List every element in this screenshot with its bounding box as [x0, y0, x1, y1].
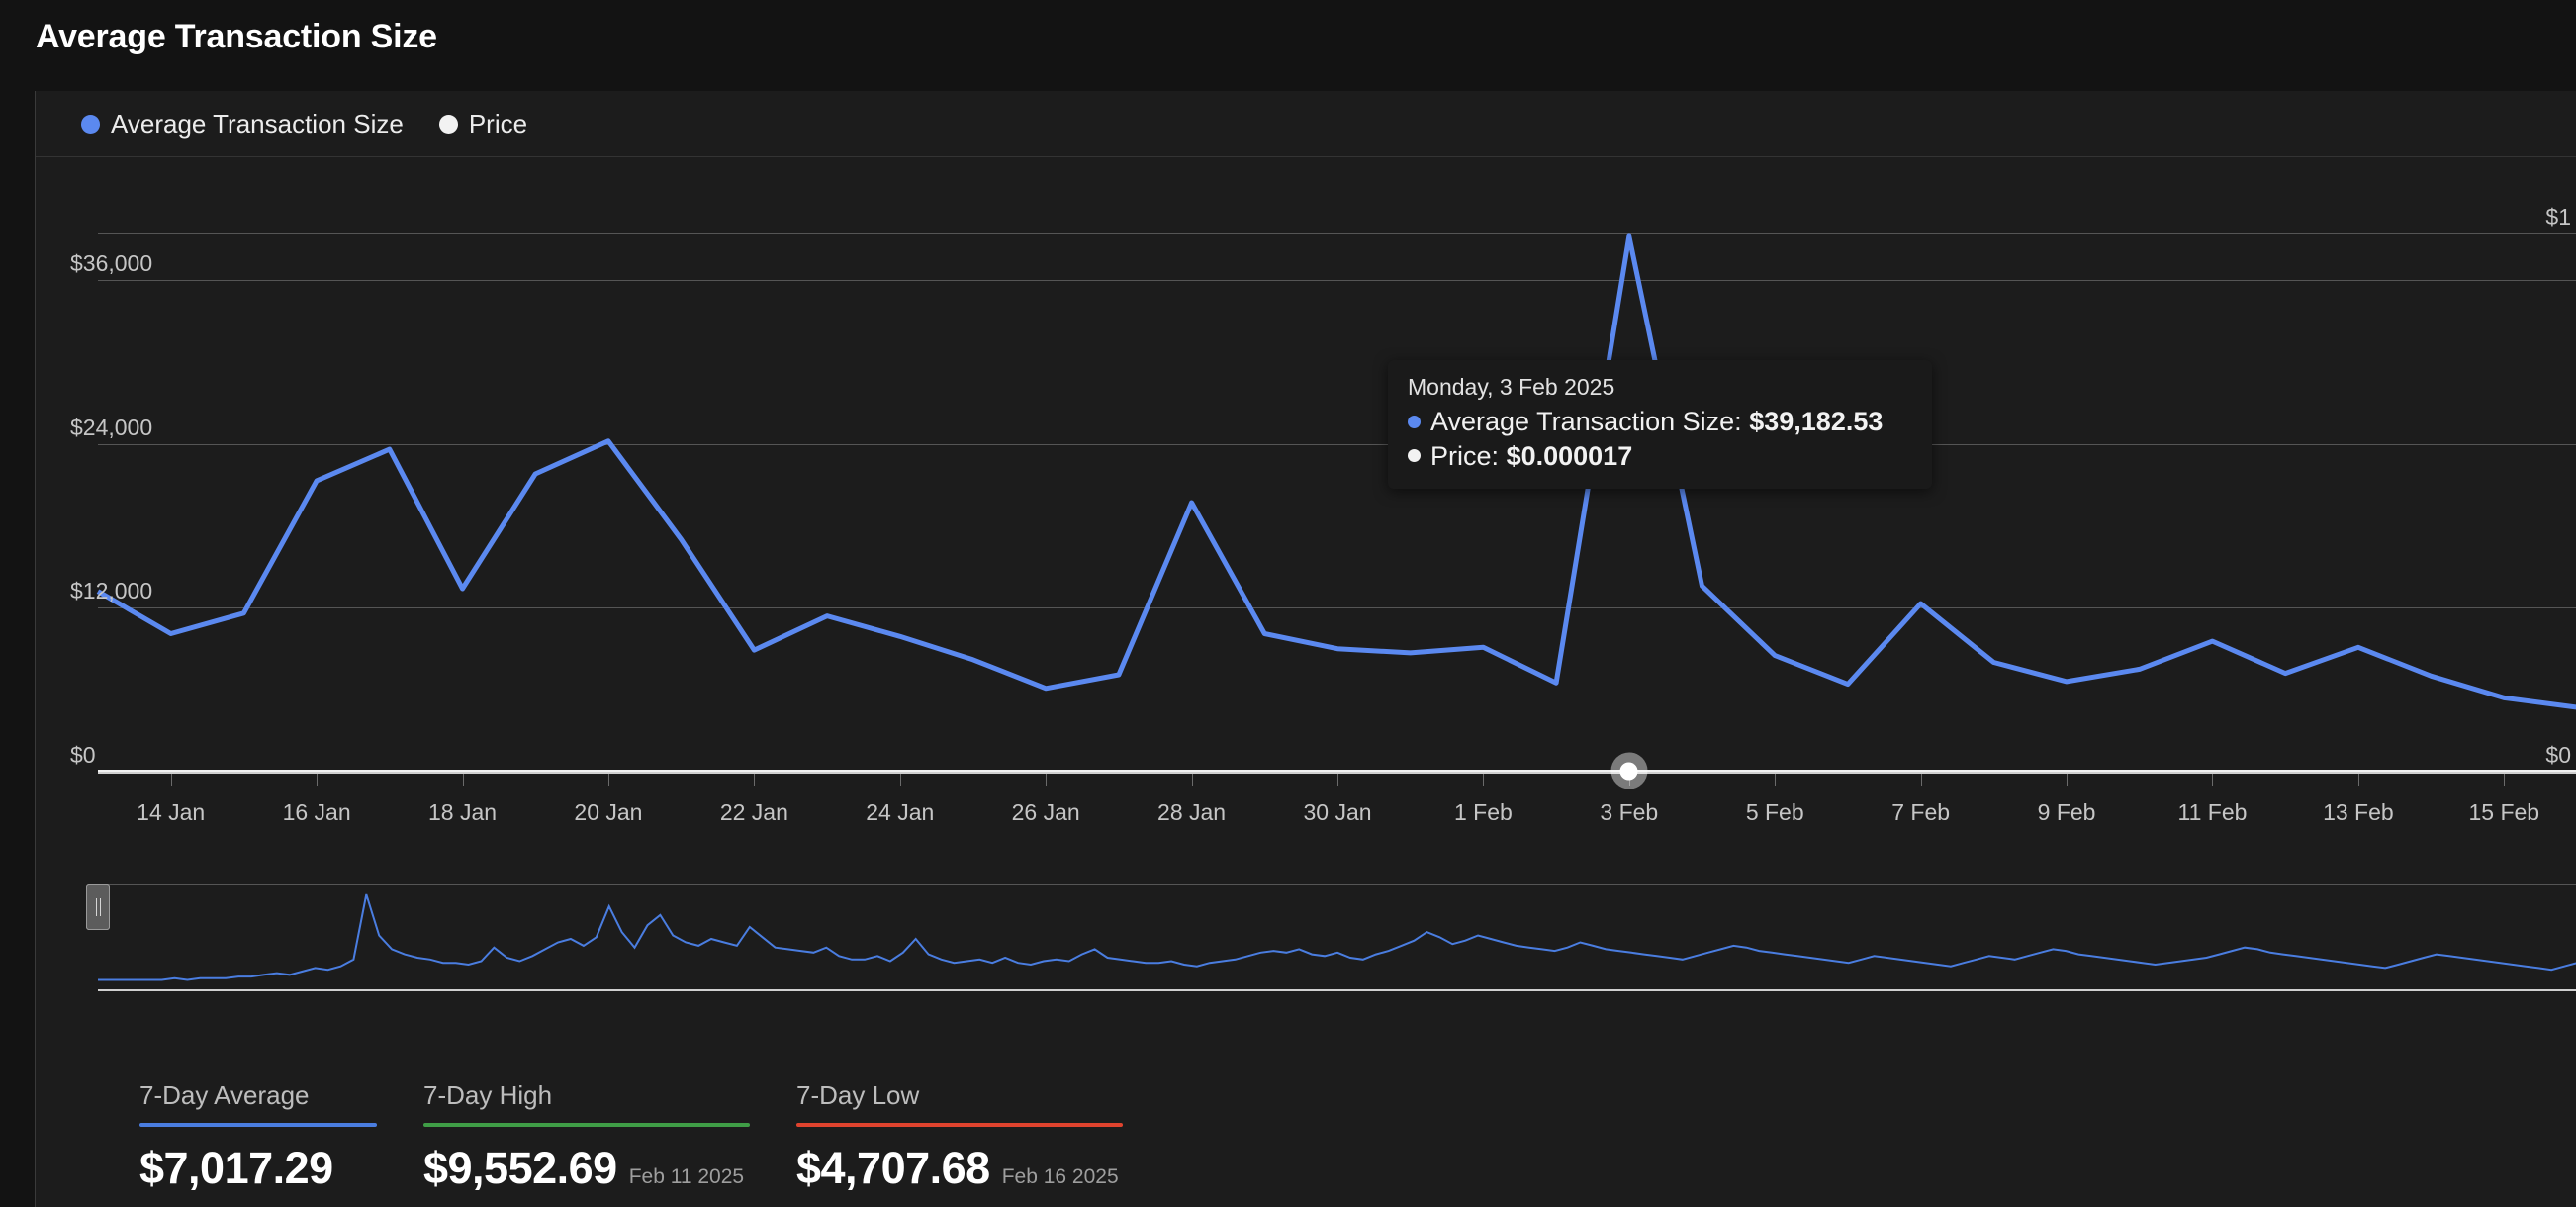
x-axis-tick: [2212, 774, 2214, 786]
stat-7-day-average: 7-Day Average $7,017.29: [139, 1080, 377, 1194]
x-axis-tick-label: 28 Jan: [1157, 799, 1227, 825]
x-axis-tick-label: 7 Feb: [1891, 799, 1951, 825]
x-axis-tick-label: 22 Jan: [719, 799, 788, 825]
navigator-bottom-rule: [98, 989, 2576, 991]
x-axis-tick-label: 20 Jan: [574, 799, 643, 825]
x-axis-tick: [1046, 774, 1048, 786]
y-axis-tick-label: $24,000: [70, 414, 153, 440]
hovered-price-point-marker[interactable]: [1610, 752, 1648, 789]
y-axis-tick-label: $0: [70, 742, 96, 768]
x-axis-tick: [1483, 774, 1485, 786]
x-axis-tick-label: 26 Jan: [1011, 799, 1080, 825]
tooltip-value-price: $0.000017: [1506, 440, 1633, 471]
stats-row: 7-Day Average $7,017.29 7-Day High $9,55…: [36, 1080, 2576, 1194]
stat-label: 7-Day Low: [796, 1080, 920, 1110]
x-axis-tick-label: 18 Jan: [427, 799, 498, 825]
x-axis-tick-label: 30 Jan: [1303, 799, 1372, 825]
tooltip-name-average-transaction-size: Average Transaction Size:: [1430, 407, 1742, 436]
x-axis-tick: [754, 774, 756, 786]
stat-rule: [796, 1123, 1123, 1127]
stat-7-day-low: 7-Day Low $4,707.68 Feb 16 2025: [796, 1080, 1123, 1194]
chart-tooltip: Monday, 3 Feb 2025 Average Transaction S…: [1388, 360, 1932, 490]
x-axis-tick: [1191, 774, 1193, 786]
stat-value: $9,552.69: [423, 1143, 617, 1193]
stat-label: 7-Day High: [423, 1080, 553, 1110]
tooltip-name-price: Price:: [1430, 440, 1500, 471]
line-average-transaction-size: [96, 233, 2576, 710]
y-axis-tick-label: $12,000: [70, 578, 153, 604]
tooltip-dot-price: [1408, 449, 1421, 463]
navigator-right-handle[interactable]: [86, 884, 110, 930]
stat-date: Feb 16 2025: [1001, 1165, 1119, 1188]
x-axis-tick: [462, 774, 464, 786]
handle-grip-line: [95, 898, 97, 916]
tooltip-row-price: Price: $0.000017: [1408, 439, 1912, 474]
x-axis-tick-label: 5 Feb: [1745, 799, 1804, 825]
x-axis-tick-label: 16 Jan: [282, 799, 351, 825]
navigator-line: [98, 893, 2576, 981]
tooltip-row-average-transaction-size: Average Transaction Size: $39,182.53: [1408, 405, 1912, 439]
x-axis-tick: [2504, 774, 2506, 786]
page-title: Average Transaction Size: [36, 18, 437, 55]
handle-grip-line: [99, 898, 101, 916]
tooltip-value-average-transaction-size: $39,182.53: [1749, 407, 1884, 436]
legend-label-price: Price: [468, 108, 528, 139]
x-axis-tick: [1775, 774, 1777, 786]
stat-rule: [423, 1123, 750, 1127]
stat-value: $7,017.29: [139, 1143, 333, 1193]
chart-page: Average Transaction Size Average Transac…: [0, 0, 2576, 1207]
range-navigator[interactable]: [86, 884, 2576, 991]
legend-label-average-transaction-size: Average Transaction Size: [111, 108, 404, 139]
x-axis-tick: [317, 774, 319, 786]
y2-axis-tick-label-max: $1: [2545, 204, 2571, 230]
x-axis-tick-label: 9 Feb: [2037, 799, 2096, 825]
stat-value-row: $4,707.68 Feb 16 2025: [796, 1143, 1123, 1194]
y-axis-tick-label: $36,000: [70, 249, 153, 276]
x-axis-tick: [899, 774, 901, 786]
legend-item-price[interactable]: Price: [438, 108, 528, 139]
x-axis-tick: [1337, 774, 1338, 786]
chart-card: Average Transaction Size Price $0 $12,000…: [35, 91, 2576, 1207]
x-axis-ticks: [36, 774, 2576, 786]
x-axis-tick: [2357, 774, 2359, 786]
stat-value: $4,707.68: [796, 1143, 990, 1193]
tooltip-dot-average-transaction-size: [1408, 415, 1421, 428]
x-axis-tick-label: 15 Feb: [2468, 799, 2540, 825]
series-lines: [96, 233, 2576, 772]
stat-7-day-high: 7-Day High $9,552.69 Feb 11 2025: [423, 1080, 750, 1194]
x-axis-tick: [1920, 774, 1922, 786]
x-axis-tick-label: 13 Feb: [2323, 799, 2394, 825]
chart-legend: Average Transaction Size Price: [36, 91, 2576, 157]
hovered-point-dot: [1619, 762, 1638, 780]
x-axis-tick: [2067, 774, 2069, 786]
tooltip-date: Monday, 3 Feb 2025: [1408, 374, 1615, 400]
x-axis-tick-label: 3 Feb: [1600, 799, 1659, 825]
x-axis-tick-label: 14 Jan: [137, 799, 206, 825]
navigator-sparkline: [98, 893, 2576, 981]
x-axis-tick-label: 1 Feb: [1453, 799, 1513, 825]
legend-dot-price: [438, 114, 458, 134]
x-axis-tick-label: 24 Jan: [866, 799, 935, 825]
chart-plot-area[interactable]: $0 $12,000 $24,000 $36,000 $1 $0 14 Jan 16 Jan…: [36, 156, 2576, 879]
legend-item-average-transaction-size[interactable]: Average Transaction Size: [81, 109, 404, 139]
y2-axis-tick-label-min: $0: [2545, 742, 2571, 768]
legend-dot-average-transaction-size: [81, 114, 100, 134]
stat-value-row: $7,017.29: [139, 1143, 377, 1194]
x-axis-tick-label: 11 Feb: [2177, 799, 2248, 825]
stat-value-row: $9,552.69 Feb 11 2025: [423, 1143, 750, 1194]
x-axis-tick: [607, 774, 609, 786]
stat-date: Feb 11 2025: [628, 1165, 745, 1188]
stat-label: 7-Day Average: [139, 1080, 310, 1110]
stat-rule: [139, 1123, 377, 1127]
x-axis-tick: [170, 774, 172, 786]
